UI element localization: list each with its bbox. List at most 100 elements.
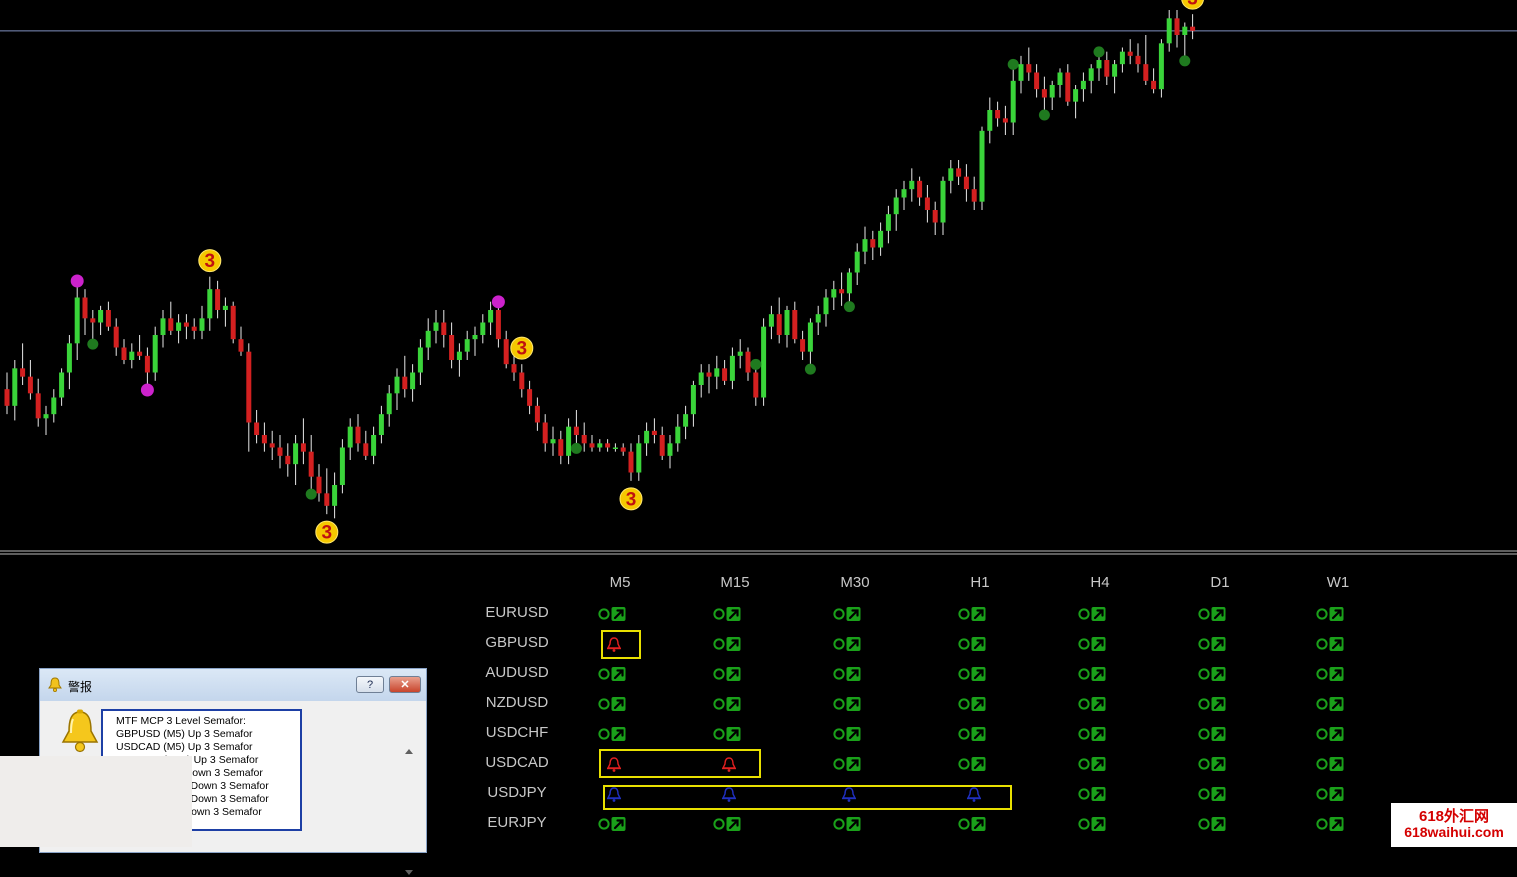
candle-up xyxy=(129,351,135,360)
candle-down xyxy=(144,355,150,373)
up-arrow-icon[interactable] xyxy=(1316,695,1348,713)
candle-down xyxy=(27,376,33,394)
candle-up xyxy=(831,289,837,298)
up-arrow-icon[interactable] xyxy=(833,755,865,773)
pair-label: USDCHF xyxy=(485,724,549,741)
alert-titlebar[interactable]: 警报 ? ✕ xyxy=(40,669,426,701)
up-arrow-icon[interactable] xyxy=(958,665,990,683)
up-arrow-icon[interactable] xyxy=(1316,605,1348,623)
candle-down xyxy=(20,368,26,377)
semafor-marker-label: 3 xyxy=(517,339,528,360)
candle-down xyxy=(1002,118,1008,123)
close-button[interactable]: ✕ xyxy=(389,676,421,693)
up-arrow-icon[interactable] xyxy=(1078,785,1110,803)
up-arrow-icon[interactable] xyxy=(598,815,630,833)
up-arrow-icon[interactable] xyxy=(958,815,990,833)
up-arrow-icon[interactable] xyxy=(713,815,745,833)
up-arrow-icon[interactable] xyxy=(958,755,990,773)
up-arrow-icon[interactable] xyxy=(1198,605,1230,623)
candle-down xyxy=(511,364,517,373)
up-arrow-icon[interactable] xyxy=(1198,665,1230,683)
price-chart[interactable]: 3 3 3 3 3 xyxy=(0,0,1517,556)
up-arrow-icon[interactable] xyxy=(958,605,990,623)
up-arrow-icon[interactable] xyxy=(833,725,865,743)
candle-down xyxy=(1135,55,1141,65)
candle-down xyxy=(82,297,88,319)
candle-up xyxy=(636,443,642,473)
candle-up xyxy=(597,443,603,448)
up-arrow-icon[interactable] xyxy=(598,725,630,743)
candle-up xyxy=(332,485,338,506)
up-arrow-icon[interactable] xyxy=(1198,815,1230,833)
timeframe-label: M5 xyxy=(609,574,631,591)
candle-down xyxy=(1026,64,1032,73)
candle-down xyxy=(246,351,252,423)
candle-down xyxy=(1041,89,1047,98)
help-button[interactable]: ? xyxy=(356,676,384,693)
up-arrow-icon[interactable] xyxy=(1078,725,1110,743)
candle-down xyxy=(1034,72,1040,90)
up-arrow-icon[interactable] xyxy=(1198,725,1230,743)
up-arrow-icon[interactable] xyxy=(833,695,865,713)
pair-label: USDCAD xyxy=(485,754,549,771)
up-arrow-icon[interactable] xyxy=(713,635,745,653)
up-arrow-icon[interactable] xyxy=(1316,785,1348,803)
up-arrow-icon[interactable] xyxy=(1078,695,1110,713)
candle-down xyxy=(558,439,564,456)
candle-up xyxy=(1073,89,1079,102)
highlight-gbpusd xyxy=(601,630,641,659)
pair-label: EURUSD xyxy=(485,604,549,621)
candle-down xyxy=(870,239,876,248)
up-arrow-icon[interactable] xyxy=(598,695,630,713)
candle-down xyxy=(90,318,96,323)
candle-up xyxy=(987,110,993,131)
up-arrow-icon[interactable] xyxy=(1078,635,1110,653)
up-arrow-icon[interactable] xyxy=(958,695,990,713)
candle-up xyxy=(807,322,813,352)
up-arrow-icon[interactable] xyxy=(713,605,745,623)
candle-up xyxy=(1158,43,1164,90)
up-arrow-icon[interactable] xyxy=(833,605,865,623)
up-arrow-icon[interactable] xyxy=(1316,665,1348,683)
up-arrow-icon[interactable] xyxy=(1078,755,1110,773)
timeframe-label: H4 xyxy=(1090,574,1110,591)
up-arrow-icon[interactable] xyxy=(1316,815,1348,833)
up-arrow-icon[interactable] xyxy=(1078,815,1110,833)
up-arrow-icon[interactable] xyxy=(958,725,990,743)
up-arrow-icon[interactable] xyxy=(1198,755,1230,773)
up-arrow-icon[interactable] xyxy=(1198,635,1230,653)
candle-down xyxy=(355,426,361,444)
up-arrow-icon[interactable] xyxy=(1078,605,1110,623)
candle-up xyxy=(948,168,954,181)
candle-up xyxy=(1080,80,1086,90)
candle-down xyxy=(659,435,665,456)
candle-up xyxy=(98,310,104,323)
up-arrow-icon[interactable] xyxy=(713,725,745,743)
up-arrow-icon[interactable] xyxy=(713,665,745,683)
candle-up xyxy=(1096,60,1102,69)
up-arrow-icon[interactable] xyxy=(1316,755,1348,773)
up-arrow-icon[interactable] xyxy=(1078,665,1110,683)
up-arrow-icon[interactable] xyxy=(598,605,630,623)
up-arrow-icon[interactable] xyxy=(598,665,630,683)
up-arrow-icon[interactable] xyxy=(713,695,745,713)
candle-down xyxy=(254,422,260,435)
up-arrow-icon[interactable] xyxy=(833,665,865,683)
alert-scrollbar[interactable] xyxy=(402,747,416,877)
semafor-marker-level-1 xyxy=(570,442,582,454)
up-arrow-icon[interactable] xyxy=(833,815,865,833)
candle-up xyxy=(425,330,431,348)
candle-down xyxy=(542,422,548,444)
semafor-marker-level-1 xyxy=(804,363,816,375)
timeframe-label: M30 xyxy=(840,574,870,591)
up-arrow-icon[interactable] xyxy=(958,635,990,653)
up-arrow-icon[interactable] xyxy=(1316,725,1348,743)
up-arrow-icon[interactable] xyxy=(1316,635,1348,653)
up-arrow-icon[interactable] xyxy=(833,635,865,653)
candle-down xyxy=(1127,51,1133,56)
up-arrow-icon[interactable] xyxy=(1198,785,1230,803)
up-arrow-icon[interactable] xyxy=(1198,695,1230,713)
pair-label: AUDUSD xyxy=(485,664,549,681)
candle-down xyxy=(534,405,540,423)
semafor-marker-level-2 xyxy=(491,295,505,309)
